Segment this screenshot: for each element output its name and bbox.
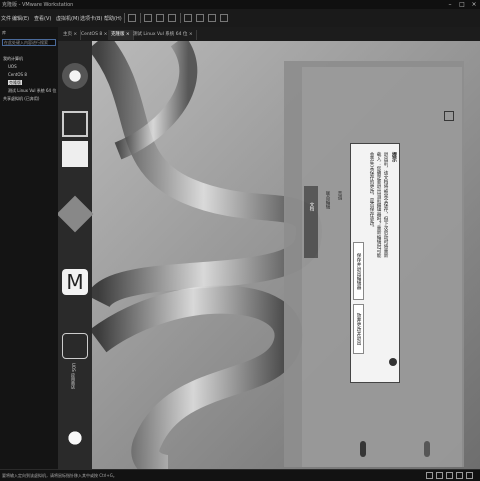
cd-rom-icon[interactable] (436, 472, 443, 479)
file-manager-icon[interactable] (62, 141, 88, 167)
editor-item-label: 联合编辑 (325, 191, 330, 209)
dialog-title: 提示 (391, 152, 397, 162)
browser-icon[interactable] (58, 195, 94, 233)
usb-icon[interactable] (456, 472, 463, 479)
editor-item-label: 音调 (337, 191, 342, 200)
tree-item-my-computer[interactable]: 我的计算机 (3, 56, 23, 62)
document-panel: 文档 (304, 186, 318, 258)
tree-item-centos8[interactable]: CentOS 8 (8, 72, 27, 77)
manage-snapshots-icon[interactable] (168, 14, 176, 22)
tree-item-linux-vul[interactable]: 测试 Linux Vul 系统 64 位 (8, 88, 56, 94)
dialog-body-line: 载入：您确定要退出当前编辑器吗？重新编辑时可能 (376, 152, 381, 258)
toggle-switch[interactable] (424, 441, 430, 457)
toggle-switch[interactable] (360, 441, 366, 457)
dialog-warning-icon (389, 358, 397, 366)
revert-snapshot-icon[interactable] (156, 14, 164, 22)
m-app-icon[interactable]: M (62, 269, 88, 295)
exit-dialog: 提示 退出前，该文档将被完全保存，但下次启动时将重新 载入：您确定要退出当前编辑… (350, 143, 400, 383)
tree-item-shared-vms[interactable]: 共享虚拟机 (已弃用) (3, 96, 39, 102)
window-title: 克隆版 - VMware Workstation (2, 2, 74, 8)
dialog-body-line: 会丢失未保存的更改，是否保存更改。 (369, 152, 374, 231)
tab-linux-vul[interactable]: 测试 Linux Vul 系统 64 位 × (130, 30, 197, 40)
menu-view[interactable]: 查看(V) (34, 15, 51, 22)
menu-vm[interactable]: 虚拟机(M) (56, 15, 79, 22)
save-and-exit-button[interactable]: 保存并退出编辑器 (353, 242, 364, 300)
sound-icon[interactable] (466, 472, 473, 479)
pause-icon[interactable] (128, 14, 136, 22)
tab-bar: 主页 × CentOS 8 × 克隆版 × 测试 Linux Vul 系统 64… (58, 27, 480, 42)
menu-edit[interactable]: 编辑(E) (12, 15, 29, 22)
settings-icon[interactable] (62, 425, 88, 451)
toolbar-separator (140, 13, 141, 23)
menu-help[interactable]: 帮助(H) (104, 15, 122, 22)
launcher-icon[interactable] (62, 63, 88, 89)
network-icon[interactable] (446, 472, 453, 479)
library-header: 库 (2, 30, 6, 35)
status-bar: 要将输入定向到该虚拟机，请将鼠标指针移入其中或按 Ctrl+G。 (0, 469, 480, 481)
app-store-icon[interactable] (62, 333, 88, 359)
tree-item-clone[interactable]: 克隆版 (8, 80, 22, 86)
guest-display[interactable]: M UOS 应用商店 文档 联合编辑 音调 文件 提示 退出前，该文档将被完全保… (58, 41, 480, 469)
minimize-icon[interactable]: – (444, 0, 456, 9)
library-search-input[interactable]: 在此处键入内容进行搜索 (2, 39, 56, 46)
window-control-icon[interactable] (444, 111, 454, 121)
discard-and-exit-button[interactable]: 放弃更改并退出 (353, 304, 364, 354)
hard-disk-icon[interactable] (426, 472, 433, 479)
title-bar: 克隆版 - VMware Workstation – □ × (0, 0, 480, 9)
toolbar-separator (180, 13, 181, 23)
document-panel-label: 文档 (309, 202, 314, 211)
unity-icon[interactable] (196, 14, 204, 22)
tree-item-uos[interactable]: UOS (8, 64, 17, 69)
toolbar-separator (124, 13, 125, 23)
computer-icon[interactable] (62, 111, 88, 137)
maximize-icon[interactable]: □ (456, 0, 468, 9)
close-icon[interactable]: × (468, 0, 480, 9)
console-view-icon[interactable] (208, 14, 216, 22)
menu-tabs[interactable]: 选项卡(B) (80, 15, 102, 22)
menu-bar: 文件 编辑(E) 查看(V) 虚拟机(M) 选项卡(B) 帮助(H) (0, 9, 480, 28)
snapshot-icon[interactable] (144, 14, 152, 22)
status-message: 要将输入定向到该虚拟机，请将鼠标指针移入其中或按 Ctrl+G。 (2, 473, 117, 478)
fullscreen-icon[interactable] (184, 14, 192, 22)
menu-file[interactable]: 文件 (1, 15, 11, 22)
tab-centos8[interactable]: CentOS 8 × (78, 30, 112, 40)
dialog-body-line: 退出前，该文档将被完全保存，但下次启动时将重新 (383, 152, 388, 258)
stretch-icon[interactable] (220, 14, 228, 22)
library-sidebar: 库 在此处键入内容进行搜索 我的计算机 UOS CentOS 8 克隆版 测试 … (0, 27, 59, 469)
guest-dock: M UOS 应用商店 (58, 41, 94, 469)
dock-app-label: UOS 应用商店 (71, 363, 76, 389)
